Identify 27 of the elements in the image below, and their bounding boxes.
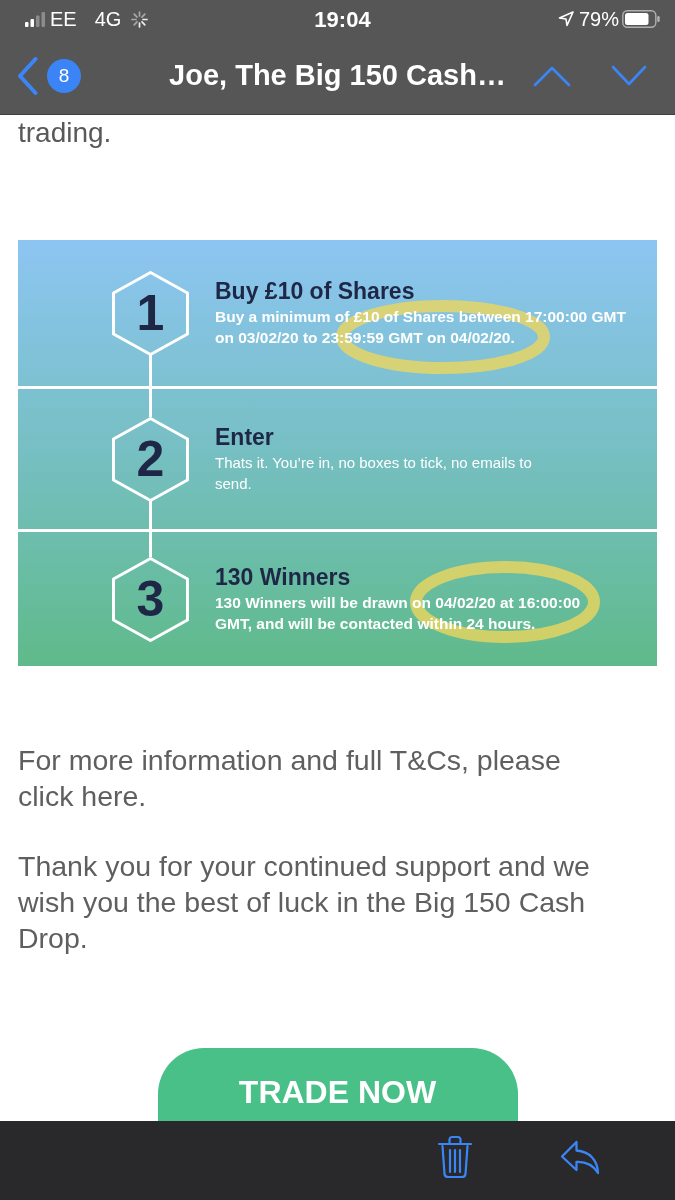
- clock-time: 19:04: [314, 5, 371, 34]
- trade-now-button[interactable]: TRADE NOW: [157, 1048, 518, 1121]
- chevron-left-icon: [17, 57, 38, 95]
- battery-icon: [622, 10, 660, 28]
- step-number-badge: 3: [112, 556, 189, 642]
- step-number-badge: 1: [112, 270, 189, 356]
- body-text: trading.: [18, 116, 113, 150]
- body-text: Thank you for your continued support and we wish you the best of luck in the Big 150 Cash Drop.: [18, 849, 591, 956]
- step-title: Buy £10 of Shares: [215, 278, 416, 305]
- reply-icon[interactable]: [560, 1140, 600, 1175]
- trash-icon[interactable]: [437, 1135, 473, 1179]
- step-number-badge: 2: [112, 416, 189, 502]
- location-arrow-icon: [557, 11, 574, 27]
- step-description: Thats it. You’re in, no boxes to tick, no emails to send.: [215, 453, 533, 494]
- network-type: 4G: [94, 7, 122, 32]
- chevron-up-icon[interactable]: [533, 65, 571, 87]
- body-text: For more information and full T&Cs, please click here.: [18, 743, 562, 814]
- unread-count-badge: 8: [47, 59, 81, 93]
- back-button[interactable]: [17, 57, 38, 95]
- message-subject-title: Joe, The Big 150 Cash…: [169, 58, 506, 94]
- battery-percentage: 79%: [578, 7, 619, 32]
- carrier-name: EE: [50, 7, 77, 32]
- signal-icon: [25, 11, 45, 27]
- chevron-down-icon[interactable]: [611, 65, 647, 87]
- step-title: 130 Winners: [215, 564, 352, 591]
- loading-spinner-icon: [131, 10, 149, 28]
- step-title: Enter: [215, 424, 275, 451]
